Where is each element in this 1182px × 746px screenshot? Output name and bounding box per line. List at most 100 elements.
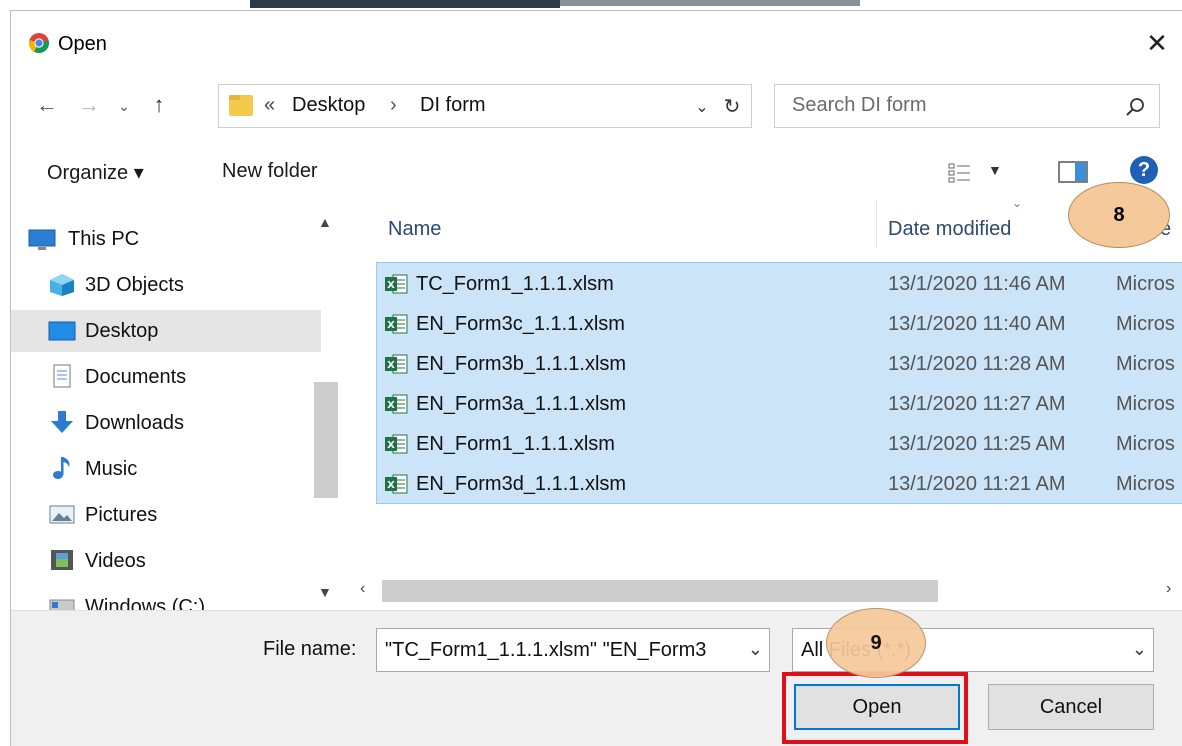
address-overflow[interactable]: « xyxy=(264,94,275,117)
file-row[interactable]: X EN_Form3b_1.1.1.xlsm 13/1/2020 11:28 AM M… xyxy=(378,344,1182,384)
excel-file-icon: X xyxy=(385,354,408,374)
callout-step-8: 8 xyxy=(1068,182,1170,248)
file-name-label: File name: xyxy=(263,638,357,660)
file-name-input[interactable]: "TC_Form1_1.1.1.xlsm" "EN_Form3 ⌄ xyxy=(376,628,770,672)
organize-menu[interactable]: Organize ▾ xyxy=(47,160,144,185)
open-button-highlight-box xyxy=(782,672,968,744)
nav-label: Windows (C:) xyxy=(85,596,206,610)
file-name-dropdown-chevron-icon[interactable]: ⌄ xyxy=(748,639,763,660)
nav-item-3d-objects[interactable]: 3D Objects xyxy=(11,264,321,306)
refresh-icon[interactable]: ↻ xyxy=(718,92,746,120)
excel-file-icon: X xyxy=(385,274,408,294)
help-icon[interactable]: ? xyxy=(1130,156,1158,184)
file-date-modified: 13/1/2020 11:28 AM xyxy=(888,353,1066,375)
nav-item-pictures[interactable]: Pictures xyxy=(11,494,321,536)
nav-item-desktop[interactable]: Desktop xyxy=(11,310,321,352)
file-type: Micros xyxy=(1116,433,1175,455)
background-window-strip xyxy=(0,0,1182,10)
forward-arrow-icon[interactable]: → xyxy=(74,90,104,120)
drive-icon xyxy=(49,599,75,610)
file-name: EN_Form3c_1.1.1.xlsm xyxy=(416,313,625,335)
column-header-name[interactable]: Name xyxy=(388,218,441,241)
new-folder-button[interactable]: New folder xyxy=(222,160,318,183)
file-name: EN_Form3a_1.1.1.xlsm xyxy=(416,393,627,415)
nav-item-videos[interactable]: Videos xyxy=(11,540,321,582)
download-arrow-icon xyxy=(51,411,73,433)
nav-label: Videos xyxy=(85,550,146,572)
svg-text:X: X xyxy=(387,400,395,411)
breadcrumb-separator[interactable]: › xyxy=(390,94,397,117)
scroll-down-arrow-icon[interactable]: ▼ xyxy=(318,584,332,600)
preview-pane-icon[interactable] xyxy=(1058,160,1088,184)
file-date-modified: 13/1/2020 11:21 AM xyxy=(888,473,1066,495)
close-icon[interactable]: ✕ xyxy=(1140,26,1174,60)
computer-icon xyxy=(28,229,56,250)
address-dropdown-chevron-icon[interactable]: ⌄ xyxy=(690,94,714,120)
scroll-up-arrow-icon[interactable]: ▲ xyxy=(318,214,332,230)
file-type: Micros xyxy=(1116,393,1175,415)
excel-file-icon: X xyxy=(385,394,408,414)
file-name-value: "TC_Form1_1.1.1.xlsm" "EN_Form3 xyxy=(385,639,707,661)
file-type: Micros xyxy=(1116,353,1175,375)
nav-item-this-pc[interactable]: This PC xyxy=(11,218,321,260)
file-list-scroll-thumb[interactable] xyxy=(382,580,938,602)
nav-label: This PC xyxy=(68,228,140,250)
back-arrow-icon[interactable]: ← xyxy=(32,90,62,120)
svg-text:X: X xyxy=(387,320,395,331)
up-arrow-icon[interactable]: ↑ xyxy=(144,90,174,120)
scroll-left-arrow-icon[interactable]: ‹ xyxy=(360,580,365,598)
callout-step-9: 9 xyxy=(826,608,926,678)
nav-label: Desktop xyxy=(85,320,159,342)
search-icon[interactable] xyxy=(1124,96,1146,118)
excel-file-icon: X xyxy=(385,314,408,334)
folder-icon xyxy=(229,95,253,116)
svg-text:X: X xyxy=(387,360,395,371)
nav-item-music[interactable]: Music xyxy=(11,448,321,490)
filter-dropdown-chevron-icon[interactable]: ⌄ xyxy=(1132,639,1147,660)
file-row[interactable]: X TC_Form1_1.1.1.xlsm 13/1/2020 11:46 AM Mi… xyxy=(378,264,1182,304)
pictures-icon xyxy=(49,505,75,524)
nav-label: Downloads xyxy=(85,412,184,434)
svg-text:X: X xyxy=(387,280,395,291)
file-name: EN_Form1_1.1.1.xlsm xyxy=(416,433,615,455)
nav-item-downloads[interactable]: Downloads xyxy=(11,402,321,444)
nav-label: Pictures xyxy=(85,504,158,526)
cancel-button[interactable]: Cancel xyxy=(988,684,1154,730)
file-name: TC_Form1_1.1.1.xlsm xyxy=(416,273,614,295)
column-divider xyxy=(876,200,877,248)
file-type: Micros xyxy=(1116,473,1175,495)
navigation-pane: This PC 3D Objects Desktop Documents Dow… xyxy=(11,200,341,610)
file-date-modified: 13/1/2020 11:25 AM xyxy=(888,433,1066,455)
breadcrumb-di-form[interactable]: DI form xyxy=(420,94,486,117)
nav-item-windows-c[interactable]: Windows (C:) xyxy=(11,586,321,610)
file-row[interactable]: X EN_Form3d_1.1.1.xlsm 13/1/2020 11:21 AM M… xyxy=(378,464,1182,504)
nav-label: Documents xyxy=(85,366,187,388)
file-name: EN_Form3d_1.1.1.xlsm xyxy=(416,473,627,495)
file-row[interactable]: X EN_Form3a_1.1.1.xlsm 13/1/2020 11:27 AM M… xyxy=(378,384,1182,424)
view-dropdown-icon[interactable]: ▼ xyxy=(988,162,1002,178)
film-icon xyxy=(51,550,73,570)
dialog-title: Open xyxy=(58,33,107,55)
file-date-modified: 13/1/2020 11:40 AM xyxy=(888,313,1066,335)
view-options-icon[interactable] xyxy=(948,162,972,184)
desktop-icon xyxy=(48,321,76,341)
excel-file-icon: X xyxy=(385,434,408,454)
recent-locations-chevron-icon[interactable]: ⌄ xyxy=(112,92,136,120)
breadcrumb-desktop[interactable]: Desktop xyxy=(292,94,365,117)
column-header-date-modified[interactable]: Date modified xyxy=(888,218,1011,241)
file-date-modified: 13/1/2020 11:46 AM xyxy=(888,273,1066,295)
nav-pane-scroll-thumb[interactable] xyxy=(314,382,338,498)
file-row[interactable]: X EN_Form3c_1.1.1.xlsm 13/1/2020 11:40 AM M… xyxy=(378,304,1182,344)
nav-label: Music xyxy=(85,458,138,480)
nav-item-documents[interactable]: Documents xyxy=(11,356,321,398)
file-type: Micros xyxy=(1116,313,1175,335)
scroll-right-arrow-icon[interactable]: › xyxy=(1166,580,1171,598)
documents-icon xyxy=(53,364,71,388)
nav-label: 3D Objects xyxy=(85,274,184,296)
file-name: EN_Form3b_1.1.1.xlsm xyxy=(416,353,627,375)
excel-file-icon: X xyxy=(385,474,408,494)
svg-text:X: X xyxy=(387,480,395,491)
music-note-icon xyxy=(53,457,70,479)
search-placeholder: Search DI form xyxy=(792,94,927,116)
file-row[interactable]: X EN_Form1_1.1.1.xlsm 13/1/2020 11:25 AM Mi… xyxy=(378,424,1182,464)
